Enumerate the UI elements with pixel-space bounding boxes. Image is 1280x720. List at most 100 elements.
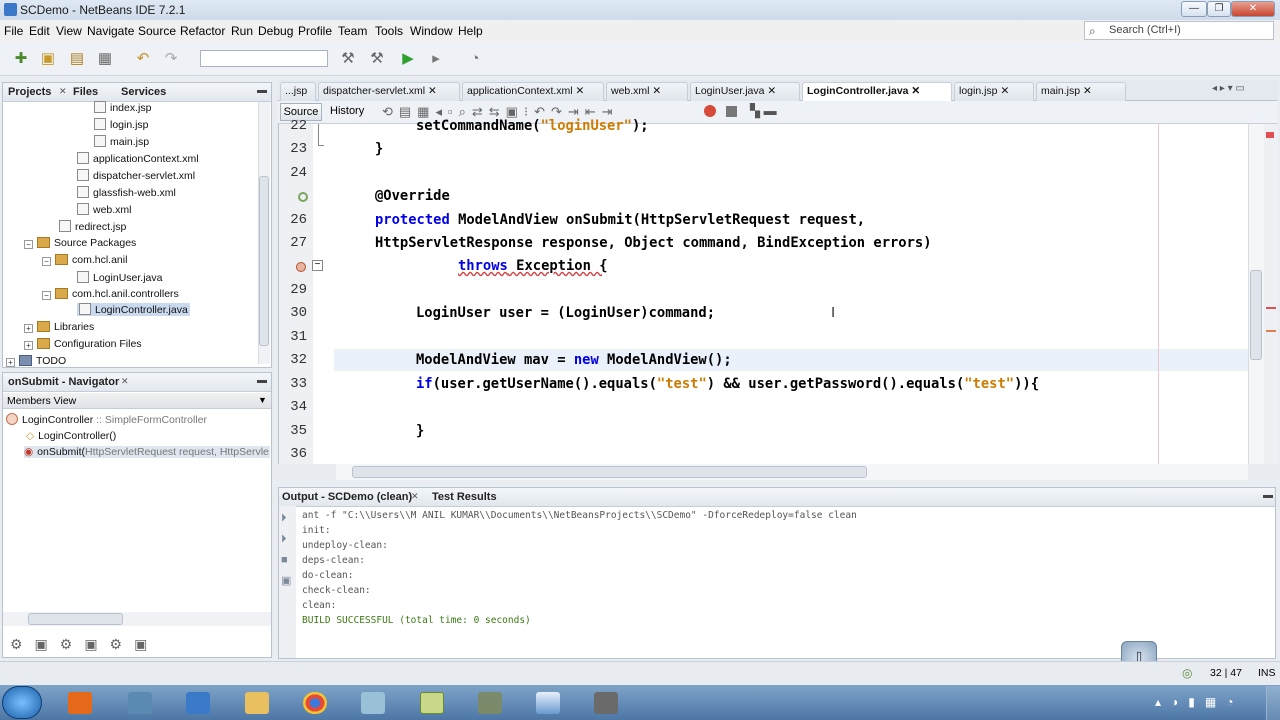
tree-item[interactable]: applicationContext.xml bbox=[77, 152, 199, 165]
tab-output[interactable]: Output - SCDemo (clean) bbox=[282, 491, 412, 503]
expand-toggle-icon[interactable]: + bbox=[6, 358, 15, 367]
navigator-item[interactable]: LoginController :: SimpleFormController bbox=[6, 413, 207, 426]
network-app-icon[interactable] bbox=[186, 692, 210, 714]
tree-item[interactable]: glassfish-web.xml bbox=[77, 186, 176, 199]
expand-toggle-icon[interactable]: + bbox=[24, 324, 33, 333]
menu-help[interactable]: Help bbox=[458, 24, 483, 38]
error-stripe[interactable] bbox=[1264, 124, 1278, 464]
tab-jsp[interactable]: ...jsp bbox=[280, 82, 316, 101]
code-editor[interactable] bbox=[278, 124, 1278, 464]
navigator-filter-icons[interactable]: ⚙▣⚙▣⚙▣ bbox=[10, 636, 159, 653]
file-explorer-icon[interactable] bbox=[245, 692, 269, 714]
menu-run[interactable]: Run bbox=[231, 24, 253, 38]
document-app-icon[interactable] bbox=[361, 692, 385, 714]
close-icon[interactable]: ✕ bbox=[59, 86, 67, 97]
tree-item[interactable]: login.jsp bbox=[94, 118, 149, 131]
server-app-icon[interactable] bbox=[594, 692, 618, 714]
tab-dispatcher-servlet[interactable]: dispatcher-servlet.xml ✕ bbox=[318, 82, 460, 101]
clean-build-icon[interactable]: ⚒ bbox=[366, 48, 388, 70]
tab-services[interactable]: Services bbox=[121, 86, 166, 98]
tab-web-xml[interactable]: web.xml ✕ bbox=[606, 82, 688, 101]
tools-app-icon[interactable] bbox=[128, 692, 152, 714]
maximize-button[interactable]: ❐ bbox=[1207, 1, 1231, 17]
tree-item[interactable]: redirect.jsp bbox=[59, 220, 126, 233]
open-project-icon[interactable]: ▤ bbox=[66, 48, 88, 70]
stop-macro-icon[interactable] bbox=[726, 106, 737, 117]
navigator-hscroll-thumb[interactable] bbox=[28, 613, 123, 625]
fold-toggle-icon[interactable]: − bbox=[312, 260, 323, 271]
notepad-icon[interactable] bbox=[420, 692, 444, 714]
collapse-toggle-icon[interactable]: − bbox=[42, 291, 51, 300]
warning-marker[interactable] bbox=[1266, 330, 1276, 332]
tab-test-results[interactable]: Test Results bbox=[432, 491, 497, 503]
tab-scroll-arrows-icon[interactable]: ◂ ▸ ▾ ▭ bbox=[1212, 83, 1245, 94]
expand-toggle-icon[interactable]: + bbox=[24, 341, 33, 350]
netbeans-taskbar-icon[interactable] bbox=[536, 692, 560, 714]
system-tray-icons[interactable]: ▴◑▮▦◔ bbox=[1155, 695, 1243, 709]
tab-main-jsp[interactable]: main.jsp ✕ bbox=[1036, 82, 1126, 101]
tab-application-context[interactable]: applicationContext.xml ✕ bbox=[462, 82, 604, 101]
tree-item[interactable]: + TODO bbox=[6, 355, 66, 367]
show-desktop-button[interactable] bbox=[1266, 686, 1280, 720]
menu-profile[interactable]: Profile bbox=[298, 24, 332, 38]
run-icon[interactable]: ▶ bbox=[397, 48, 419, 70]
tree-item[interactable]: main.jsp bbox=[94, 135, 149, 148]
override-icon[interactable] bbox=[298, 192, 308, 202]
save-all-icon[interactable]: ▦ bbox=[94, 48, 116, 70]
minimize-panel-icon[interactable]: ▬ bbox=[1263, 490, 1273, 501]
tree-item[interactable]: − com.hcl.anil.controllers bbox=[42, 288, 179, 300]
media-player-icon[interactable] bbox=[68, 692, 92, 714]
projects-scrollbar-thumb[interactable] bbox=[259, 176, 269, 346]
tab-login-jsp[interactable]: login.jsp ✕ bbox=[954, 82, 1034, 101]
new-file-icon[interactable]: ✚ bbox=[10, 48, 32, 70]
start-button[interactable] bbox=[2, 686, 42, 719]
members-view-select[interactable]: Members View ▼ bbox=[3, 393, 271, 409]
minimize-button[interactable]: — bbox=[1181, 1, 1207, 17]
debug-icon[interactable]: ▸ bbox=[425, 48, 447, 70]
undo-icon[interactable]: ↶ bbox=[132, 48, 154, 70]
comment-icons[interactable]: ▚ ▬ bbox=[750, 103, 777, 119]
chrome-browser-icon[interactable] bbox=[303, 692, 327, 714]
tree-item[interactable]: index.jsp bbox=[94, 101, 151, 114]
notifications-icon[interactable]: ◎ bbox=[1182, 666, 1192, 680]
collapse-toggle-icon[interactable]: − bbox=[24, 240, 33, 249]
menu-file[interactable]: File bbox=[4, 24, 23, 38]
tree-item[interactable]: + Libraries bbox=[24, 321, 94, 333]
minimize-panel-icon[interactable]: ▬ bbox=[257, 375, 267, 386]
output-action-icons[interactable]: ⏵ ⏵ ■ ▣ bbox=[281, 508, 291, 592]
archive-app-icon[interactable] bbox=[478, 692, 502, 714]
editor-hscroll-thumb[interactable] bbox=[352, 466, 867, 478]
configuration-combo[interactable] bbox=[200, 50, 328, 67]
tree-item[interactable]: − com.hcl.anil bbox=[42, 254, 127, 266]
record-macro-icon[interactable] bbox=[704, 105, 716, 117]
navigator-item-selected[interactable]: ◉ onSubmit(HttpServletRequest request, Ht… bbox=[24, 446, 270, 458]
navigator-item[interactable]: ◇ LoginController() bbox=[26, 430, 116, 442]
history-tab[interactable]: History bbox=[330, 105, 364, 117]
menu-debug[interactable]: Debug bbox=[258, 24, 293, 38]
menu-source[interactable]: Source bbox=[138, 24, 176, 38]
tree-item[interactable]: − Source Packages bbox=[24, 237, 136, 249]
tab-login-user[interactable]: LoginUser.java ✕ bbox=[690, 82, 800, 101]
profile-icon[interactable]: ◔ bbox=[464, 48, 486, 70]
new-project-icon[interactable]: ▣ bbox=[37, 48, 59, 70]
tab-projects[interactable]: Projects bbox=[8, 86, 51, 98]
menu-view[interactable]: View bbox=[56, 24, 82, 38]
menu-team[interactable]: Team bbox=[338, 24, 367, 38]
tree-item[interactable]: LoginUser.java bbox=[77, 271, 162, 284]
navigator-title[interactable]: onSubmit - Navigator bbox=[8, 376, 119, 388]
close-icon[interactable]: ✕ bbox=[411, 491, 419, 502]
menu-window[interactable]: Window bbox=[410, 24, 453, 38]
menu-refactor[interactable]: Refactor bbox=[180, 24, 225, 38]
menu-tools[interactable]: Tools bbox=[375, 24, 403, 38]
close-button[interactable]: ✕ bbox=[1231, 1, 1275, 17]
build-icon[interactable]: ⚒ bbox=[337, 48, 359, 70]
tab-login-controller[interactable]: LoginController.java ✕ bbox=[802, 82, 952, 101]
menu-navigate[interactable]: Navigate bbox=[87, 24, 134, 38]
redo-icon[interactable]: ↷ bbox=[160, 48, 182, 70]
error-marker[interactable] bbox=[1266, 132, 1274, 138]
close-icon[interactable]: ✕ bbox=[121, 376, 129, 387]
editor-vscroll-thumb[interactable] bbox=[1250, 270, 1262, 360]
tree-item-selected[interactable]: LoginController.java bbox=[77, 303, 190, 316]
search-input[interactable]: ⌕ Search (Ctrl+I) bbox=[1084, 21, 1274, 40]
tab-files[interactable]: Files bbox=[73, 86, 98, 98]
